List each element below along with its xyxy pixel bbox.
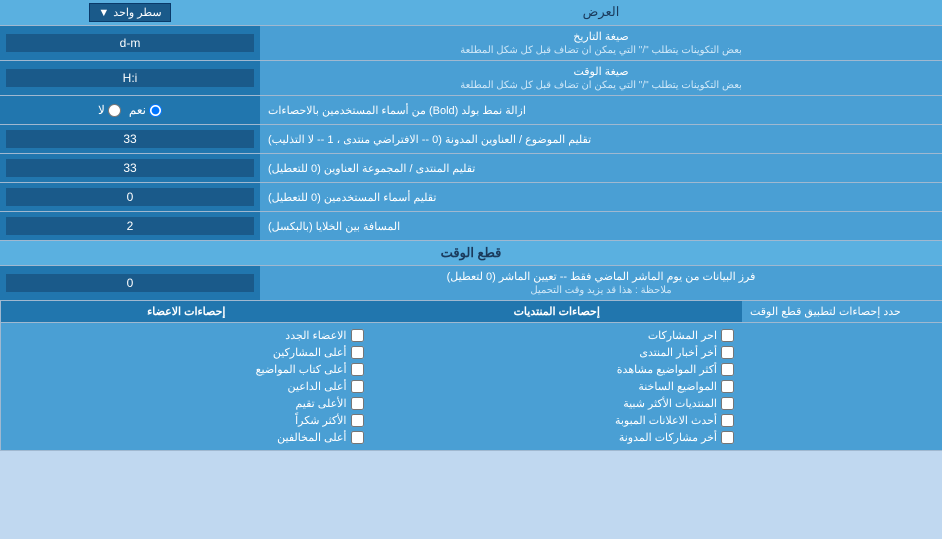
username-trim-input[interactable] (6, 188, 254, 206)
realtime-input[interactable] (6, 274, 254, 292)
list-item: أعلى الداعين (9, 378, 364, 395)
main-container: العرض سطر واحد ▼ صيغة التاريخ بعض التكوي… (0, 0, 942, 451)
cb-top-bloggers[interactable] (351, 363, 364, 376)
cb-top-rated[interactable] (351, 397, 364, 410)
cb-participations[interactable] (721, 431, 734, 444)
cb-most-thanks[interactable] (351, 414, 364, 427)
list-item: الأعلى تقيم (9, 395, 364, 412)
dropdown-label: سطر واحد (113, 6, 161, 19)
username-trim-input-wrapper (0, 183, 260, 211)
col-members: الاعضاء الجدد أعلى المشاركين أعلى كتاب ا… (0, 323, 372, 450)
limit-spacer (742, 323, 942, 450)
forum-header-input[interactable] (6, 159, 254, 177)
cb-shares[interactable] (721, 329, 734, 342)
bold-remove-label: ازالة نمط بولد (Bold) من أسماء المستخدمي… (260, 96, 942, 124)
cb-most-viewed[interactable] (721, 363, 734, 376)
view-dropdown[interactable]: سطر واحد ▼ (89, 3, 170, 22)
list-item: أعلى المخالفين (9, 429, 364, 446)
forum-header-row: تقليم المنتدى / المجموعة العناوين (0 للت… (0, 154, 942, 183)
list-item: المواضيع الساخنة (380, 378, 735, 395)
bold-remove-radio-wrapper: نعم لا (0, 96, 260, 124)
header-label: العرض (260, 0, 942, 25)
cb-ads[interactable] (721, 414, 734, 427)
date-format-label: صيغة التاريخ بعض التكوينات يتطلب "/" الت… (260, 26, 942, 60)
cell-spacing-input[interactable] (6, 217, 254, 235)
username-trim-label: تقليم أسماء المستخدمين (0 للتعطيل) (260, 183, 942, 211)
cell-spacing-label: المسافة بين الخلايا (بالبكسل) (260, 212, 942, 240)
username-trim-row: تقليم أسماء المستخدمين (0 للتعطيل) (0, 183, 942, 212)
section-realtime-header: قطع الوقت (0, 241, 942, 266)
list-item: الاعضاء الجدد (9, 327, 364, 344)
time-format-input-wrapper (0, 61, 260, 95)
top-header-row: العرض سطر واحد ▼ (0, 0, 942, 26)
radio-no-label[interactable]: لا (98, 103, 121, 117)
limit-label: حدد إحصاءات لتطبيق قطع الوقت (742, 301, 942, 322)
cb-top-posters[interactable] (351, 346, 364, 359)
checkboxes-section: حدد إحصاءات لتطبيق قطع الوقت إحصاءات الم… (0, 301, 942, 451)
list-item: أعلى المشاركين (9, 344, 364, 361)
realtime-input-wrapper (0, 266, 260, 300)
list-item: أخر أخبار المنتدى (380, 344, 735, 361)
list-item: الأكثر شكراً (9, 412, 364, 429)
col-members-header: إحصاءات الاعضاء (0, 301, 372, 322)
date-format-input[interactable] (6, 34, 254, 52)
realtime-row: فرز البيانات من يوم الماشر الماضي فقط --… (0, 266, 942, 301)
checkboxes-cols-body: احر المشاركات أخر أخبار المنتدى أكثر الم… (0, 323, 742, 450)
checkboxes-body: احر المشاركات أخر أخبار المنتدى أكثر الم… (0, 323, 942, 450)
cb-forum-news[interactable] (721, 346, 734, 359)
date-format-input-wrapper (0, 26, 260, 60)
list-item: أعلى كتاب المواضيع (9, 361, 364, 378)
dropdown-wrapper[interactable]: سطر واحد ▼ (0, 0, 260, 25)
radio-yes[interactable] (149, 104, 162, 117)
bold-remove-row: ازالة نمط بولد (Bold) من أسماء المستخدمي… (0, 96, 942, 125)
list-item: أحدث الاعلانات المبوبة (380, 412, 735, 429)
forum-header-label: تقليم المنتدى / المجموعة العناوين (0 للت… (260, 154, 942, 182)
time-format-label: صيغة الوقت بعض التكوينات يتطلب "/" التي … (260, 61, 942, 95)
subject-limit-input[interactable] (6, 130, 254, 148)
realtime-label: فرز البيانات من يوم الماشر الماضي فقط --… (260, 266, 942, 300)
cell-spacing-input-wrapper (0, 212, 260, 240)
list-item: احر المشاركات (380, 327, 735, 344)
list-item: المنتديات الأكثر شبية (380, 395, 735, 412)
cb-hot-topics[interactable] (721, 380, 734, 393)
cb-similar[interactable] (721, 397, 734, 410)
cb-top-thanks[interactable] (351, 380, 364, 393)
checkboxes-cols-header: إحصاءات المنتديات إحصاءات الاعضاء (0, 301, 742, 322)
time-format-input[interactable] (6, 69, 254, 87)
bold-radio-group: نعم لا (98, 103, 162, 117)
cb-top-neg[interactable] (351, 431, 364, 444)
subject-limit-label: تقليم الموضوع / العناوين المدونة (0 -- ا… (260, 125, 942, 153)
subject-limit-input-wrapper (0, 125, 260, 153)
checkboxes-header: حدد إحصاءات لتطبيق قطع الوقت إحصاءات الم… (0, 301, 942, 323)
dropdown-arrow: ▼ (98, 7, 109, 19)
cb-new-members[interactable] (351, 329, 364, 342)
list-item: أخر مشاركات المدونة (380, 429, 735, 446)
col-stats-header: إحصاءات المنتديات (372, 301, 743, 322)
subject-limit-row: تقليم الموضوع / العناوين المدونة (0 -- ا… (0, 125, 942, 154)
time-format-row: صيغة الوقت بعض التكوينات يتطلب "/" التي … (0, 61, 942, 96)
forum-header-input-wrapper (0, 154, 260, 182)
col-stats: احر المشاركات أخر أخبار المنتدى أكثر الم… (372, 323, 743, 450)
date-format-row: صيغة التاريخ بعض التكوينات يتطلب "/" الت… (0, 26, 942, 61)
radio-no[interactable] (108, 104, 121, 117)
radio-yes-label[interactable]: نعم (129, 103, 162, 117)
list-item: أكثر المواضيع مشاهدة (380, 361, 735, 378)
cell-spacing-row: المسافة بين الخلايا (بالبكسل) (0, 212, 942, 241)
